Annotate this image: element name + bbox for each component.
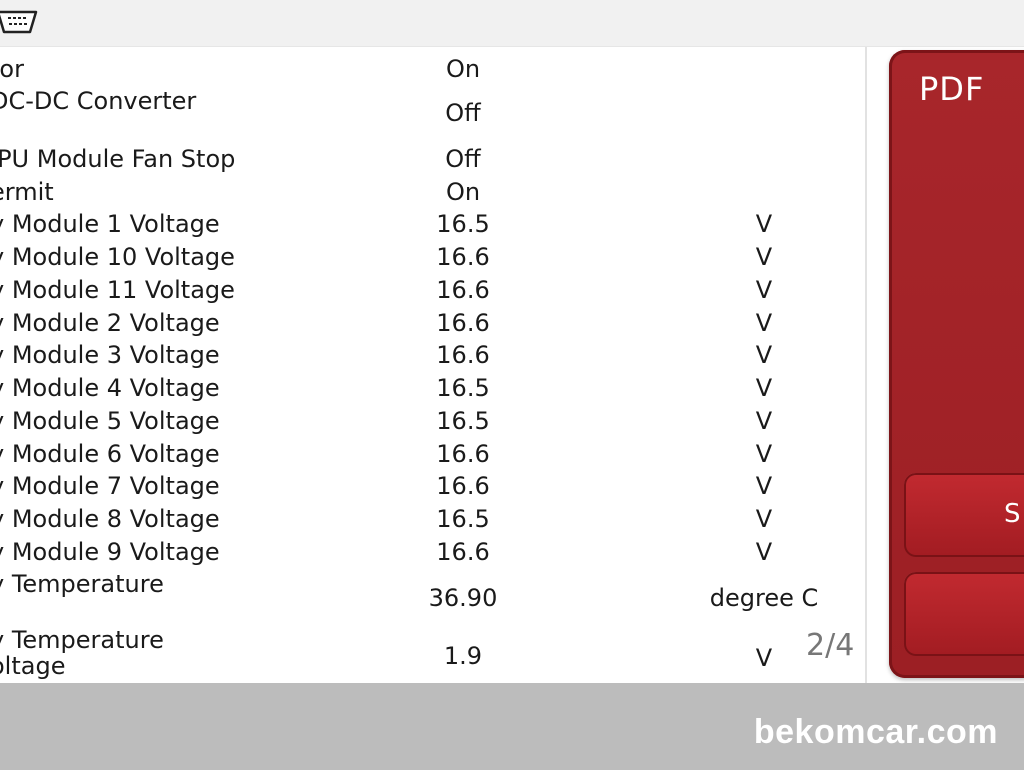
- parameter-unit: V: [755, 276, 773, 304]
- parameter-unit: V: [755, 243, 773, 271]
- parameter-name: y Module 2 Voltage: [0, 309, 220, 337]
- parameter-value: Off: [445, 145, 481, 173]
- parameter-value: On: [445, 55, 481, 83]
- parameter-unit: V: [755, 210, 773, 238]
- parameter-value: 16.6: [436, 538, 490, 566]
- parameter-value: 16.5: [436, 374, 490, 402]
- parameter-value: 16.6: [436, 341, 490, 369]
- parameter-value: Off: [445, 99, 481, 127]
- parameter-name: y Module 8 Voltage: [0, 505, 220, 533]
- page-indicator: 2/4: [806, 628, 855, 663]
- parameter-name: y Temperature oltage: [0, 626, 164, 680]
- parameter-unit: V: [755, 472, 773, 500]
- parameter-name: DC-DC Converter: [0, 87, 197, 115]
- parameter-name: y Module 6 Voltage: [0, 440, 220, 468]
- parameter-value: 16.5: [436, 407, 490, 435]
- parameter-value: 16.6: [436, 440, 490, 468]
- parameter-name: y Module 1 Voltage: [0, 210, 220, 238]
- obd-connector-icon[interactable]: [0, 9, 38, 35]
- parameter-unit: V: [755, 407, 773, 435]
- parameter-name: y Module 5 Voltage: [0, 407, 220, 435]
- parameter-value: 16.5: [436, 505, 490, 533]
- parameter-value: 16.5: [436, 210, 490, 238]
- top-bar: [0, 0, 1024, 47]
- parameter-value: 16.6: [436, 243, 490, 271]
- parameter-name: y Module 11 Voltage: [0, 276, 235, 304]
- second-action-button[interactable]: 1: [904, 572, 1024, 656]
- parameter-name: tor: [0, 55, 24, 83]
- parameter-name: y Module 7 Voltage: [0, 472, 220, 500]
- parameter-value: 36.90: [428, 584, 498, 612]
- parameter-unit: degree C: [709, 584, 819, 612]
- parameter-unit: V: [755, 341, 773, 369]
- pdf-panel-title: PDF: [919, 70, 985, 108]
- parameter-name: IPU Module Fan Stop: [0, 145, 236, 173]
- watermark: bekomcar.com: [753, 713, 998, 751]
- parameter-name: y Temperature: [0, 570, 164, 598]
- parameter-name: ermit: [0, 178, 54, 206]
- parameter-name: y Module 4 Voltage: [0, 374, 220, 402]
- side-action-panel: PDF S 1: [889, 50, 1024, 678]
- save-button-label: S: [1004, 499, 1021, 529]
- save-button[interactable]: S: [904, 473, 1024, 557]
- parameter-value: 16.6: [436, 276, 490, 304]
- parameter-unit: V: [755, 309, 773, 337]
- parameter-unit: V: [755, 538, 773, 566]
- parameter-unit: V: [755, 505, 773, 533]
- footer-bar: bekomcar.com: [0, 683, 1024, 770]
- parameter-unit: V: [755, 440, 773, 468]
- parameter-value: 1.9: [443, 642, 483, 670]
- parameter-value: 16.6: [436, 309, 490, 337]
- parameter-value: On: [445, 178, 481, 206]
- live-data-list[interactable]: tor On DC-DC Converter Off IPU Module Fa…: [0, 47, 865, 683]
- parameter-value: 16.6: [436, 472, 490, 500]
- parameter-name: y Module 3 Voltage: [0, 341, 220, 369]
- parameter-unit: V: [755, 374, 773, 402]
- parameter-name: y Module 9 Voltage: [0, 538, 220, 566]
- parameter-name: y Module 10 Voltage: [0, 243, 235, 271]
